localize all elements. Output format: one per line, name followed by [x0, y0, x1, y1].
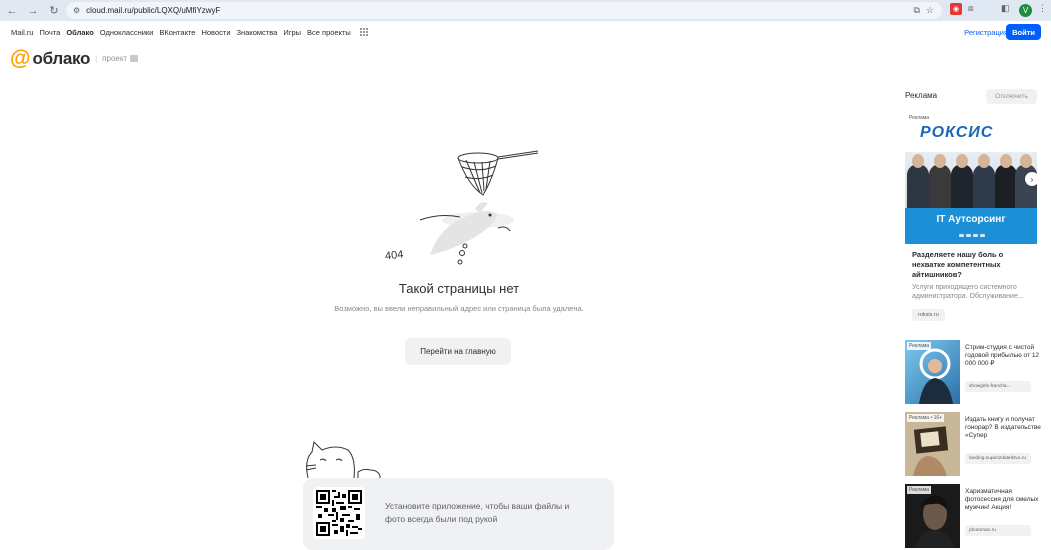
forward-icon[interactable]: →	[24, 2, 42, 20]
error-code: 404	[384, 249, 404, 263]
ad-tag: Реклама	[907, 114, 932, 122]
error-title: Такой страницы нет	[398, 281, 520, 296]
portal-navbar: Mail.ru Почта Облако Одноклассники ВКонт…	[0, 21, 1051, 43]
apps-grid-icon[interactable]	[359, 28, 368, 36]
login-button[interactable]: Войти	[1006, 24, 1041, 40]
portal-link-cloud[interactable]: Облако	[66, 28, 93, 37]
ad-title[interactable]: Разделяете нашу боль о нехватке компетен…	[912, 250, 1037, 280]
fish-icon	[430, 202, 498, 255]
reload-icon[interactable]: ↻	[45, 2, 63, 20]
portal-link-mail[interactable]: Почта	[40, 28, 61, 37]
back-icon[interactable]: ←	[3, 2, 21, 20]
portal-link-vk[interactable]: ВКонтакте	[159, 28, 195, 37]
cloud-logo[interactable]: @ облако | проект	[10, 47, 139, 70]
ad-domain-button[interactable]: landing.superizdatelstvo.ru	[965, 453, 1031, 464]
bookmark-star-icon[interactable]: ☆	[926, 5, 934, 16]
ad-tag: Реклама	[907, 486, 932, 494]
ad-stream-studio[interactable]: Реклама Стрим-студия с чистой годовой пр…	[905, 340, 1040, 404]
ad-domain-button[interactable]: roksis.ru	[912, 309, 945, 321]
browser-toolbar: ← → ↻ ⚙ cloud.mail.ru/public/LQXQ/uMfiYz…	[0, 0, 1051, 21]
site-info-icon[interactable]: ⚙	[73, 6, 80, 15]
disable-ads-button[interactable]: Отключить	[986, 89, 1037, 104]
ad-title[interactable]: Стрим-студия с чистой годовой прибылью о…	[965, 344, 1045, 368]
chevron-right-icon[interactable]: ›	[1025, 172, 1037, 186]
logo-text: облако	[32, 48, 91, 68]
ad-banner-caption: IT Аутсорсинг	[905, 208, 1037, 244]
ad-banner-image[interactable]: РОКСИС IT Аутсорсинг Реклама ›	[905, 112, 1037, 244]
go-home-button[interactable]: Перейти на главную	[405, 338, 511, 365]
ad-title[interactable]: Издать книгу и получат гонорар? В издате…	[965, 416, 1045, 440]
side-panel-icon[interactable]: ◧	[1001, 3, 1010, 14]
ad-publishing[interactable]: Реклама • 16+ Издать книгу и получат гон…	[905, 412, 1041, 476]
ad-roksis[interactable]: РОКСИС IT Аутсорсинг Реклама › Разделяет…	[905, 112, 1037, 330]
profile-avatar[interactable]: V	[1019, 4, 1032, 17]
menu-dots-icon[interactable]: ⋮	[1038, 3, 1047, 14]
carousel-dots[interactable]	[959, 234, 985, 237]
portal-link-ok[interactable]: Одноклассники	[100, 28, 154, 37]
ads-heading: Реклама	[905, 91, 938, 100]
portal-link-news[interactable]: Новости	[201, 28, 230, 37]
portal-link-games[interactable]: Игры	[283, 28, 301, 37]
ad-team-photo	[905, 152, 1037, 216]
extensions-puzzle-icon[interactable]: ⧈	[968, 3, 974, 14]
logo-divider: |	[95, 54, 98, 63]
register-link[interactable]: Регистрация	[964, 28, 1008, 37]
ad-photo-session[interactable]: Реклама Харизматичная фотосессия для сме…	[905, 484, 1040, 548]
project-badge-icon	[130, 55, 139, 62]
portal-link-all-projects[interactable]: Все проекты	[307, 28, 351, 37]
extension-icon[interactable]: ◉	[950, 3, 962, 15]
fish-net-illustration: 404	[380, 145, 545, 280]
ad-brand-logo: РОКСИС	[920, 124, 994, 141]
qr-code	[313, 487, 365, 539]
portal-link-mailru[interactable]: Mail.ru	[11, 28, 34, 37]
ad-domain-button[interactable]: photoman.ru	[965, 525, 1031, 536]
ad-tag: Реклама	[907, 342, 932, 350]
portal-link-dating[interactable]: Знакомства	[237, 28, 278, 37]
at-logo-icon: @	[10, 47, 31, 70]
ad-description: Услуги приходящего системного администра…	[912, 284, 1024, 300]
ad-title[interactable]: Харизматичная фотосессия для смелых мужч…	[965, 488, 1045, 512]
install-app-text: Установите приложение, чтобы ваши файлы …	[385, 501, 570, 524]
install-app-banner[interactable]: Установите приложение, чтобы ваши файлы …	[303, 478, 614, 550]
address-bar[interactable]: ⚙ cloud.mail.ru/public/LQXQ/uMfiYzwyF ⧉ …	[66, 2, 942, 19]
error-description: Возможно, вы ввели неправильный адрес ил…	[334, 304, 584, 313]
install-app-icon[interactable]: ⧉	[913, 5, 919, 16]
ad-tag: Реклама • 16+	[907, 414, 945, 422]
logo-project-label: проект	[102, 54, 128, 63]
ad-domain-button[interactable]: showgirls-francha...	[965, 381, 1031, 392]
url-text: cloud.mail.ru/public/LQXQ/uMfiYzwyF	[86, 6, 221, 15]
